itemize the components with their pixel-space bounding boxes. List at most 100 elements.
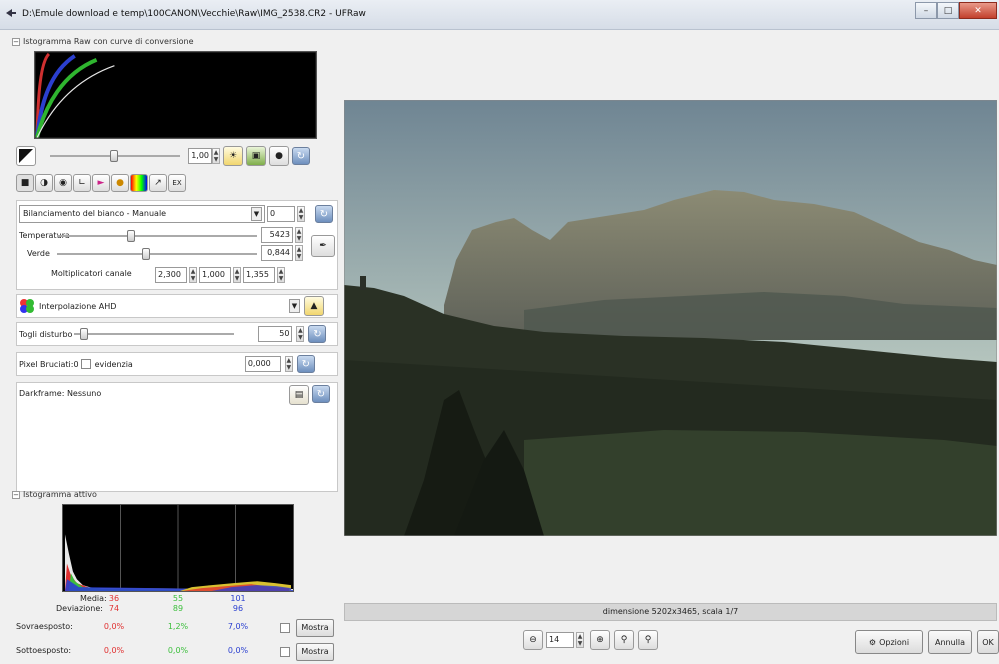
reset-exposure-button[interactable]: ↻ [292, 147, 310, 165]
white-balance-select[interactable]: Bilanciamento del bianco - Manuale [19, 205, 265, 223]
hot-pixels-value[interactable]: 0,000 [244, 356, 281, 372]
app-icon [6, 9, 16, 17]
tab-curve-icon[interactable]: ↗ [149, 174, 167, 192]
maximize-button[interactable]: □ [937, 2, 959, 19]
sotto-mostra-button[interactable]: Mostra [296, 643, 334, 661]
sotto-red: 0,0% [103, 646, 125, 655]
multiplier-green-spinner[interactable]: ▲ ▼ [233, 267, 241, 283]
zoom-spinner[interactable]: ▲ ▼ [576, 632, 584, 648]
tab-lens-icon[interactable]: ◉ [54, 174, 72, 192]
auto-exposure-button[interactable]: ● [269, 146, 289, 166]
sotto-green: 0,0% [167, 646, 189, 655]
zoom-fit-icon[interactable]: ⚲ [614, 630, 634, 650]
zoom-in-icon[interactable]: ⊕ [590, 630, 610, 650]
sovra-green: 1,2% [167, 622, 189, 631]
ok-button[interactable]: OK [977, 630, 999, 654]
hot-pixels-spinner[interactable]: ▲ ▼ [284, 356, 293, 372]
sovra-mostra-button[interactable]: Mostra [296, 619, 334, 637]
sotto-blue: 0,0% [227, 646, 249, 655]
annulla-button[interactable]: Annulla [928, 630, 972, 654]
white-balance-preset: Bilanciamento del bianco - Manuale [23, 209, 167, 218]
active-histogram-header[interactable]: − Istogramma attivo [12, 490, 97, 499]
exposure-value[interactable]: 1,00 [188, 148, 212, 164]
tab-base-curve-icon[interactable]: ∟ [73, 174, 91, 192]
temperatura-value[interactable]: 5423 [261, 227, 293, 243]
sovra-mostra-checkbox[interactable] [280, 623, 290, 633]
denoise-value[interactable]: 50 [258, 326, 293, 342]
denoise-slider[interactable] [74, 327, 235, 341]
verde-value[interactable]: 0,844 [261, 245, 293, 261]
options-icon: ⚙ [868, 637, 877, 647]
fine-tune-field[interactable]: 0 [267, 206, 295, 222]
tab-bar: ■ ◑ ◉ ∟ ► ● ↗ EX [16, 174, 186, 192]
eyedropper-icon[interactable]: ✒ [311, 235, 335, 257]
sovraesposto-label: Sovraesposto: [16, 622, 73, 631]
minimize-button[interactable]: – [915, 2, 937, 19]
deviazione-green: 89 [172, 604, 184, 613]
hot-pixels-row: Pixel Bruciati:0 evidenzia 0,000 ▲ ▼ ↻ [16, 352, 338, 376]
tab-grayscale-icon[interactable]: ◑ [35, 174, 53, 192]
tab-white-balance-icon[interactable]: ■ [16, 174, 34, 192]
multiplier-red[interactable]: 2,300 [155, 267, 187, 283]
media-red: 36 [108, 594, 120, 603]
raw-histogram-title: Istogramma Raw con curve di conversione [23, 37, 194, 46]
deviazione-blue: 96 [232, 604, 244, 613]
evidenzia-checkbox[interactable] [80, 359, 91, 369]
restore-highlights-button[interactable]: ☀ [223, 146, 243, 166]
zoom-value[interactable]: 14 [546, 632, 574, 648]
exposure-slider[interactable] [50, 149, 180, 163]
exposure-spinner[interactable]: ▲ ▼ [212, 148, 220, 164]
deviazione-red: 74 [108, 604, 120, 613]
fine-tune-spinner[interactable]: ▲ ▼ [297, 206, 305, 222]
temperatura-slider[interactable] [57, 229, 257, 243]
multiplier-red-spinner[interactable]: ▲ ▼ [189, 267, 197, 283]
opzioni-button[interactable]: ⚙ Opzioni [855, 630, 923, 654]
darkframe-panel: Darkframe: Nessuno ▤ ↻ [16, 382, 338, 492]
left-panel: − Istogramma Raw con curve di conversione… [12, 34, 340, 664]
chevron-down-icon[interactable]: ▼ [251, 207, 262, 221]
multiplier-blue-spinner[interactable]: ▲ ▼ [277, 267, 285, 283]
reset-hot-pixels-button[interactable]: ↻ [296, 355, 315, 373]
zoom-100-icon[interactable]: ⚲ [638, 630, 658, 650]
clip-highlights-button[interactable]: ▣ [246, 146, 266, 166]
sotto-mostra-checkbox[interactable] [280, 647, 290, 657]
collapse-icon[interactable]: − [12, 491, 20, 499]
temperatura-spinner[interactable]: ▲ ▼ [295, 227, 303, 243]
multiplier-blue[interactable]: 1,355 [243, 267, 275, 283]
tab-exif-icon[interactable]: EX [168, 174, 186, 192]
opzioni-label: Opzioni [879, 637, 910, 647]
sovra-blue: 7,0% [227, 622, 249, 631]
sovra-red: 0,0% [103, 622, 125, 631]
reset-darkframe-button[interactable]: ↻ [312, 385, 330, 403]
reset-white-balance-button[interactable]: ↻ [315, 205, 333, 223]
close-button[interactable]: ✕ [959, 2, 997, 19]
evidenzia-label: evidenzia [94, 359, 133, 369]
sottoesposto-label: Sottoesposto: [16, 646, 72, 655]
media-blue: 101 [230, 594, 246, 603]
media-green: 55 [172, 594, 184, 603]
verde-spinner[interactable]: ▲ ▼ [295, 245, 303, 261]
tab-saturation-icon[interactable]: ● [111, 174, 129, 192]
status-bar: dimensione 5202x3465, scala 1/7 [344, 603, 997, 621]
active-histogram [62, 504, 294, 592]
multiplier-green[interactable]: 1,000 [199, 267, 231, 283]
chevron-down-icon[interactable]: ▼ [289, 299, 300, 313]
smoothing-icon[interactable]: ▲ [304, 296, 324, 316]
zoom-out-icon[interactable]: ⊖ [523, 630, 543, 650]
image-preview[interactable] [344, 100, 997, 536]
verde-slider[interactable] [57, 247, 257, 261]
raw-histogram [34, 51, 317, 139]
hot-pixels-label: Pixel Bruciati:0 [19, 359, 79, 369]
denoise-spinner[interactable]: ▲ ▼ [296, 326, 305, 342]
title-bar: D:\Emule download e temp\100CANON\Vecchi… [0, 0, 999, 30]
tab-color-management-icon[interactable]: ► [92, 174, 110, 192]
reset-denoise-button[interactable]: ↻ [308, 325, 327, 343]
raw-histogram-header[interactable]: − Istogramma Raw con curve di conversione [12, 37, 194, 46]
collapse-icon[interactable]: − [12, 38, 20, 46]
tab-color-adjust-icon[interactable] [130, 174, 148, 192]
exposure-row: 1,00 ▲ ▼ ☀ ▣ ● ↻ [16, 144, 338, 168]
interpolation-icon [20, 299, 34, 313]
interpolation-select[interactable]: Interpolazione AHD [39, 302, 289, 311]
darkframe-label: Darkframe: Nessuno [19, 389, 102, 398]
folder-icon[interactable]: ▤ [289, 385, 309, 405]
